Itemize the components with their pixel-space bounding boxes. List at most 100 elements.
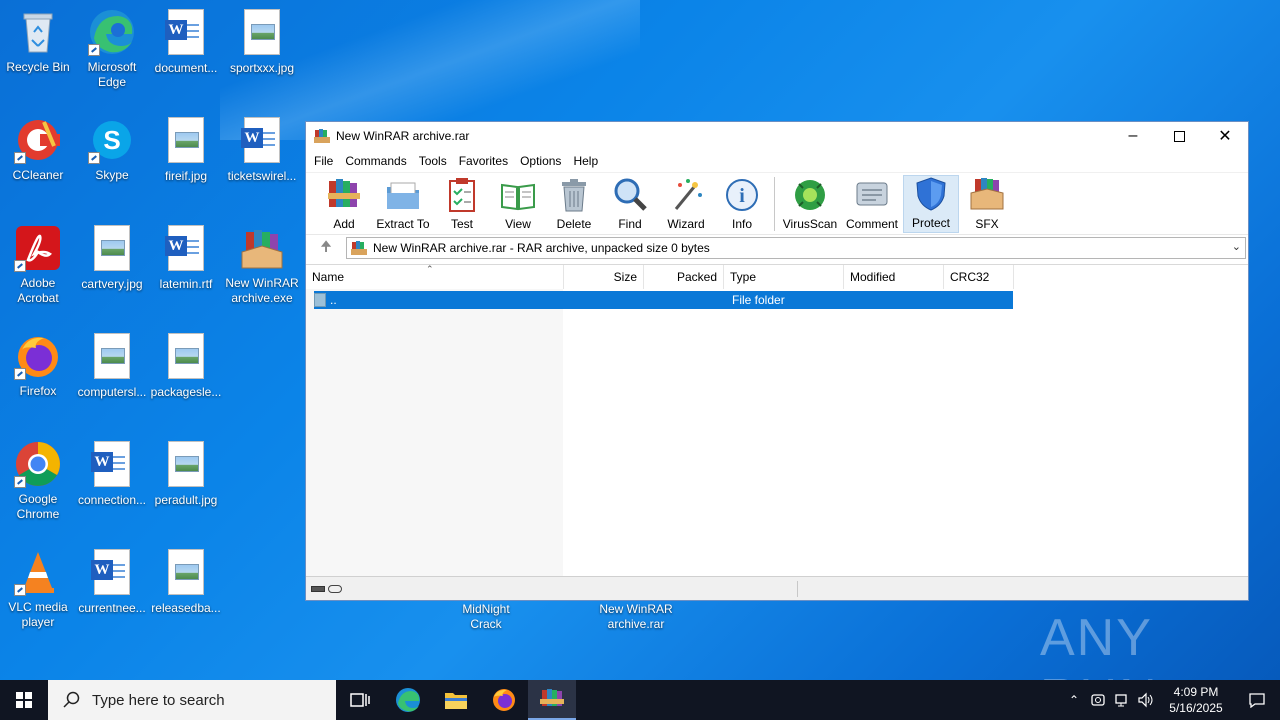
show-hidden-icons-button[interactable]: ⌃ — [1062, 680, 1086, 720]
protect-button[interactable]: Protect — [903, 175, 959, 233]
file-list[interactable]: Name ⌃ Size Packed Type Modified CRC32 ..… — [306, 264, 1248, 577]
shortcut-arrow-icon — [14, 584, 26, 596]
extract-to-button[interactable]: Extract To — [372, 175, 434, 233]
task-view-button[interactable] — [336, 680, 384, 720]
find-button[interactable]: Find — [602, 175, 658, 233]
desktop-icon-label: Skype — [95, 168, 129, 182]
desktop-icon-adobe-acrobat[interactable]: Adobe Acrobat — [0, 224, 76, 306]
desktop-icon-label: ticketswirel... — [227, 169, 297, 183]
start-button[interactable] — [0, 680, 48, 720]
desktop-icon-ticketswirel[interactable]: W ticketswirel... — [224, 116, 300, 184]
up-folder-button[interactable]: 🠉 — [306, 236, 346, 260]
desktop-icon-firefox[interactable]: Firefox — [0, 332, 76, 399]
menu-file[interactable]: File — [308, 154, 339, 168]
up-arrow-icon: 🠉 — [320, 237, 332, 254]
chevron-down-icon[interactable]: ⌄ — [1232, 240, 1241, 253]
volume-button[interactable] — [1134, 680, 1158, 720]
title-bar[interactable]: New WinRAR archive.rar – ✕ — [306, 122, 1248, 150]
column-name[interactable]: Name ⌃ — [306, 264, 564, 289]
desktop-icon-microsoft-edge[interactable]: Microsoft Edge — [74, 8, 150, 90]
desktop-icon-new-winrar-archive-exe[interactable]: New WinRAR archive.exe — [224, 224, 300, 306]
desktop-icon-label: CCleaner — [12, 168, 64, 182]
toolbar: Add Extract To Test View Delete Find Wiz… — [306, 172, 1248, 234]
desktop-icon-midnight-crack[interactable]: MidNight Crack — [448, 598, 524, 632]
test-button[interactable]: Test — [434, 175, 490, 233]
desktop-icon-releasedba[interactable]: releasedba... — [148, 548, 224, 616]
add-button[interactable]: Add — [316, 175, 372, 233]
column-packed[interactable]: Packed — [644, 265, 724, 289]
clock[interactable]: 4:09 PM 5/16/2025 — [1158, 684, 1234, 716]
desktop-icon-skype[interactable]: S Skype — [74, 116, 150, 183]
taskbar-winrar[interactable] — [528, 680, 576, 720]
minimize-button[interactable]: – — [1110, 122, 1156, 150]
delete-button[interactable]: Delete — [546, 175, 602, 233]
address-bar[interactable]: New WinRAR archive.rar - RAR archive, un… — [346, 236, 1246, 259]
word-document-icon: W — [162, 9, 210, 57]
table-row[interactable]: .. File folder — [314, 291, 1013, 309]
virusscan-button[interactable]: VirusScan — [779, 175, 841, 233]
notifications-button[interactable] — [1234, 692, 1280, 708]
protect-shield-icon — [913, 176, 949, 212]
column-modified[interactable]: Modified — [844, 265, 944, 289]
extract-to-label: Extract To — [376, 217, 430, 231]
desktop-icon-latemin-rtf[interactable]: W latemin.rtf — [148, 224, 224, 292]
menu-tools[interactable]: Tools — [413, 154, 453, 168]
menu-favorites[interactable]: Favorites — [453, 154, 514, 168]
desktop-icon-peradult-jpg[interactable]: peradult.jpg — [148, 440, 224, 508]
network-button[interactable] — [1110, 680, 1134, 720]
wizard-label: Wizard — [667, 217, 705, 231]
desktop-icon-sportxxx-jpg[interactable]: sportxxx.jpg — [224, 8, 300, 76]
desktop-icon-fireif-jpg[interactable]: fireif.jpg — [148, 116, 224, 184]
comment-icon — [854, 177, 890, 213]
status-separator — [797, 581, 798, 597]
winrar-books-icon — [238, 224, 286, 272]
maximize-button[interactable] — [1156, 122, 1202, 150]
desktop-icon-label: MidNight Crack — [462, 602, 510, 631]
taskbar: Type here to search ⌃ 4:09 PM 5/16/2025 — [0, 680, 1280, 720]
desktop-icon-cartvery-jpg[interactable]: cartvery.jpg — [74, 224, 150, 292]
wizard-button[interactable]: Wizard — [658, 175, 714, 233]
menu-commands[interactable]: Commands — [339, 154, 412, 168]
search-box[interactable]: Type here to search — [48, 680, 336, 720]
comment-button[interactable]: Comment — [841, 175, 903, 233]
menu-help[interactable]: Help — [567, 154, 604, 168]
protect-label: Protect — [911, 216, 950, 230]
desktop-icon-packagesle[interactable]: packagesle... — [148, 332, 224, 400]
sfx-button[interactable]: SFX — [959, 175, 1015, 233]
menu-options[interactable]: Options — [514, 154, 567, 168]
camera-icon — [1091, 694, 1105, 706]
desktop-icon-connection[interactable]: W connection... — [74, 440, 150, 508]
column-modified-label: Modified — [850, 270, 896, 284]
desktop-icon-document[interactable]: W document... — [148, 8, 224, 76]
desktop-icon-new-winrar-archive-rar[interactable]: New WinRAR archive.rar — [598, 598, 674, 632]
column-size[interactable]: Size — [564, 265, 644, 289]
desktop-icon-label: VLC media player — [8, 600, 68, 629]
sfx-box-icon — [969, 177, 1005, 213]
desktop-icon-ccleaner[interactable]: CCleaner — [0, 116, 76, 183]
desktop-icon-label: Google Chrome — [16, 492, 60, 521]
taskbar-edge[interactable] — [384, 680, 432, 720]
test-label: Test — [450, 217, 473, 231]
shortcut-arrow-icon — [88, 44, 100, 56]
edge-icon — [396, 688, 420, 712]
desktop-icon-label: releasedba... — [151, 601, 221, 615]
meet-now-button[interactable] — [1086, 680, 1110, 720]
desktop-icon-recycle-bin[interactable]: Recycle Bin — [0, 8, 76, 75]
view-button[interactable]: View — [490, 175, 546, 233]
column-crc32[interactable]: CRC32 — [944, 265, 1014, 289]
desktop-icon-google-chrome[interactable]: Google Chrome — [0, 440, 76, 522]
desktop-icon-label: document... — [154, 61, 218, 75]
network-icon — [1115, 694, 1127, 707]
taskbar-file-explorer[interactable] — [432, 680, 480, 720]
close-icon: ✕ — [1218, 128, 1232, 145]
column-type[interactable]: Type — [724, 265, 844, 289]
close-button[interactable]: ✕ — [1202, 122, 1248, 150]
image-file-icon — [238, 9, 286, 57]
desktop-icon-currentnee[interactable]: W currentnee... — [74, 548, 150, 616]
info-button[interactable]: i Info — [714, 175, 770, 233]
speaker-icon — [1138, 692, 1153, 708]
desktop-icon-label: New WinRAR archive.exe — [225, 276, 299, 305]
taskbar-firefox[interactable] — [480, 680, 528, 720]
desktop-icon-vlc[interactable]: VLC media player — [0, 548, 76, 630]
desktop-icon-computersl[interactable]: computersl... — [74, 332, 150, 400]
